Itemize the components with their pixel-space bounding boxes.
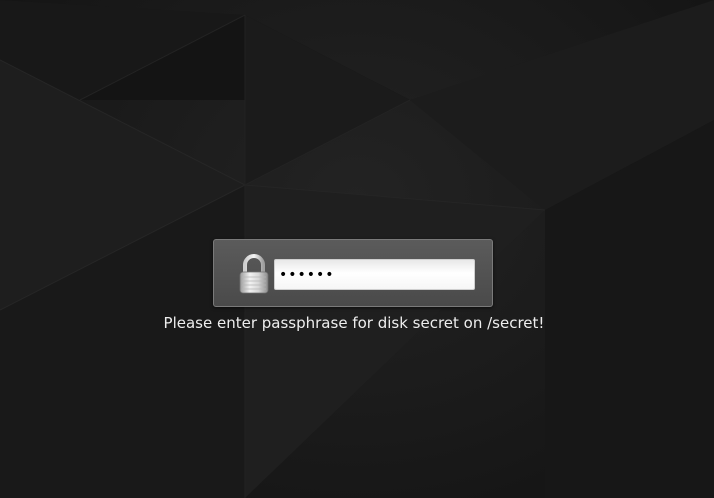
padlock-icon [239,254,269,294]
passphrase-input[interactable] [274,259,475,290]
boot-splash-screen: Please enter passphrase for disk secret … [0,0,714,498]
passphrase-prompt-message: Please enter passphrase for disk secret … [163,314,545,332]
passphrase-dialog [213,239,493,307]
